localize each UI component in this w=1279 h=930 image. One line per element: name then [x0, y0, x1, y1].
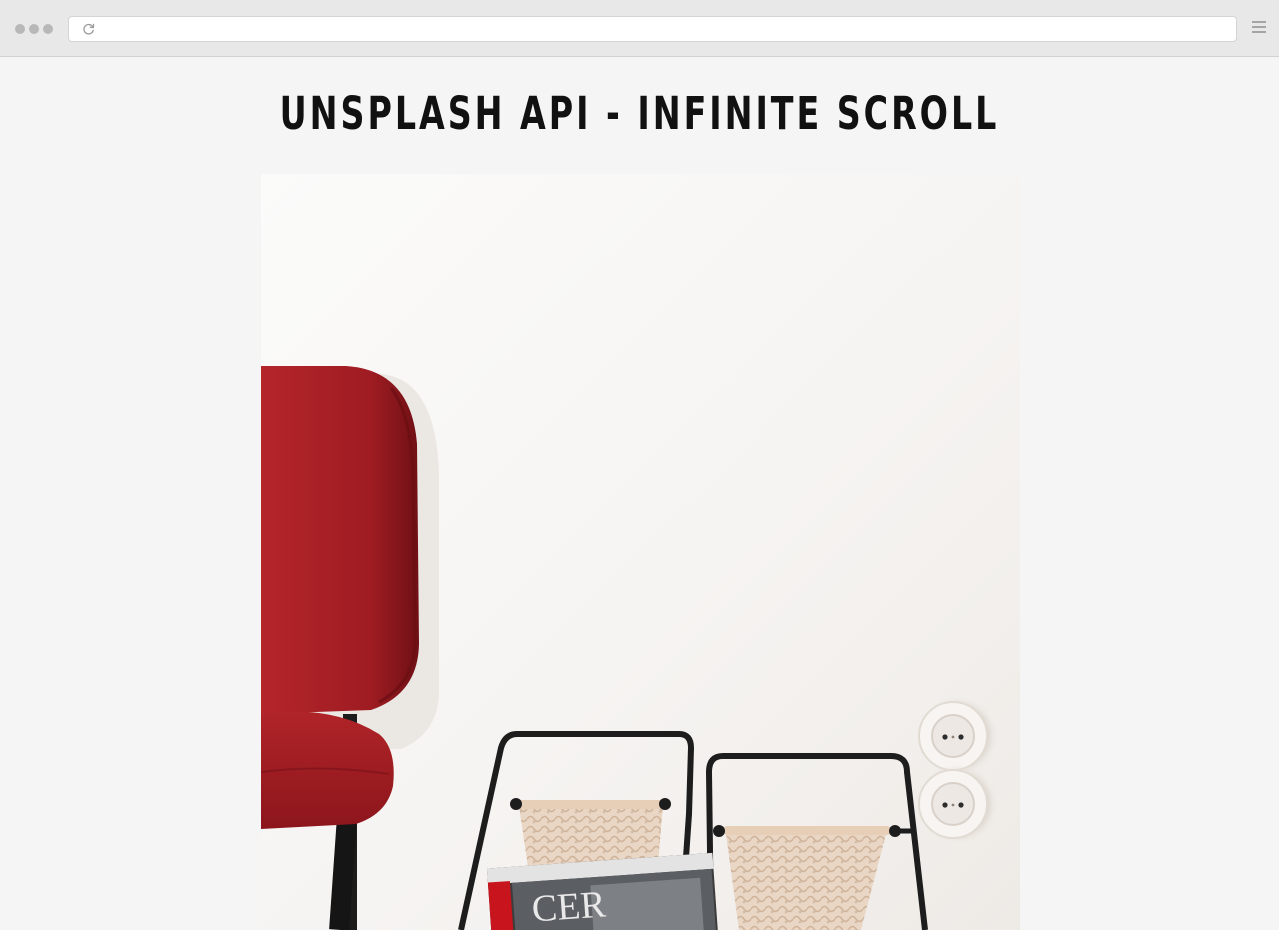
menu-icon[interactable]	[1252, 21, 1266, 35]
browser-toolbar	[0, 0, 1279, 57]
window-dot-icon[interactable]	[15, 24, 25, 34]
window-dot-icon[interactable]	[43, 24, 53, 34]
gallery-photo[interactable]: CER	[261, 174, 1020, 930]
address-bar[interactable]	[68, 16, 1237, 43]
photo-red-chair-magazine-rack: CER	[261, 174, 1020, 930]
window-dot-icon[interactable]	[29, 24, 39, 34]
page-title: UNSPLASH API - INFINITE SCROLL	[279, 87, 1000, 140]
url-input[interactable]	[103, 17, 1227, 43]
magazine-cover-text: CER	[530, 883, 607, 930]
window-controls	[15, 24, 53, 34]
reload-icon[interactable]	[81, 22, 96, 37]
